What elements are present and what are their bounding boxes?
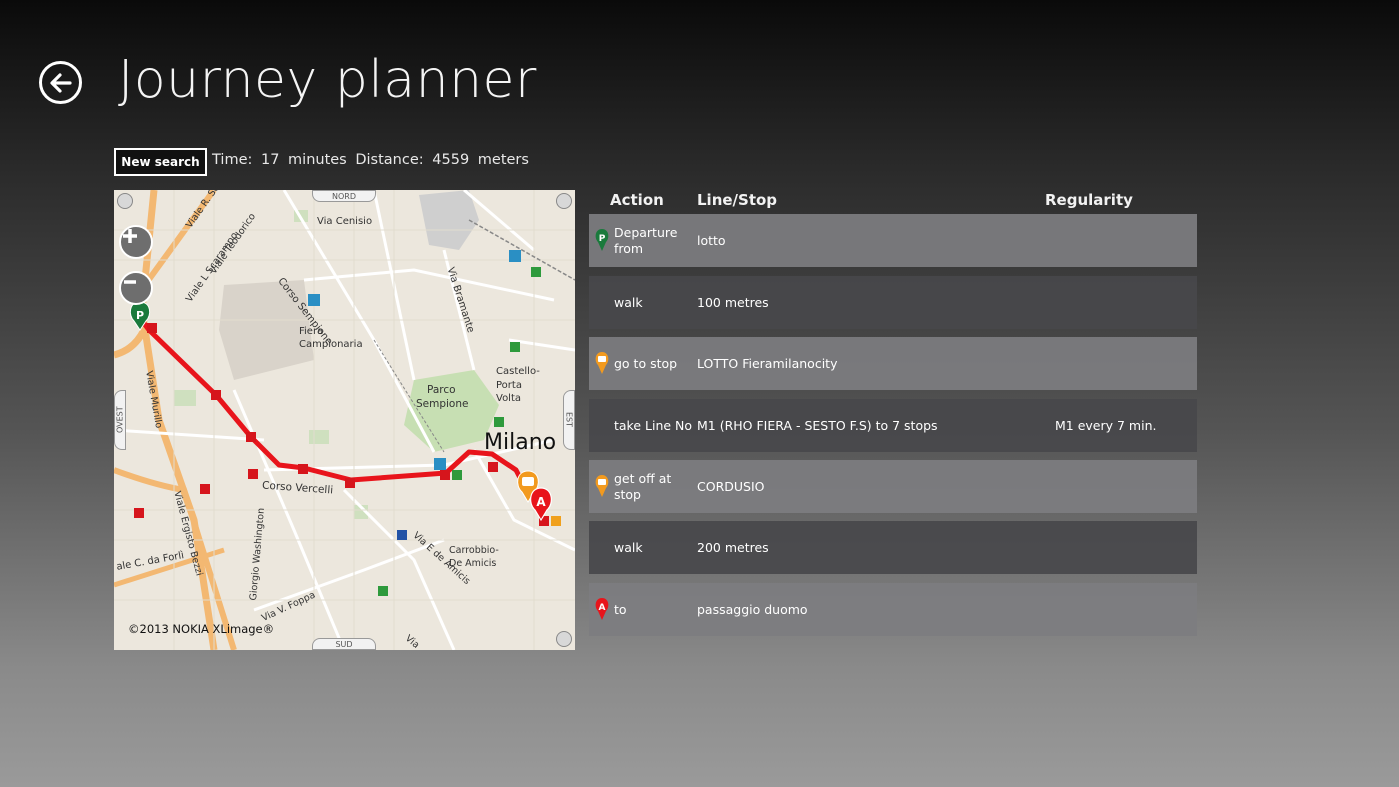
map-label: Volta [496,393,522,404]
zoom-out-button[interactable] [119,271,153,305]
row-stop: M1 (RHO FIERA - SESTO F.S) to 7 stops [697,418,938,433]
row-stop: lotto [697,233,726,248]
plus-icon [123,229,137,243]
bus-stop-pin-icon [595,475,609,497]
table-row[interactable]: P Departure from lotto [589,214,1197,267]
row-action: go to stop [614,355,678,371]
destination-pin-icon: A [595,598,609,620]
map-label: Sempione [416,398,469,410]
new-search-button[interactable]: New search [114,148,207,176]
time-unit: minutes [288,152,347,168]
table-row[interactable]: A to passaggio duomo [589,583,1197,636]
svg-text:A: A [536,495,546,509]
map-label: De Amicis [449,558,497,569]
pan-west-button[interactable]: OVEST [114,390,126,450]
map-city-label: Milano [484,430,557,455]
row-stop: CORDUSIO [697,479,765,494]
row-action: take Line No [614,417,693,433]
row-stop: passaggio duomo [697,602,808,617]
table-row[interactable]: walk 200 metres [589,521,1197,574]
svg-text:P: P [599,234,606,244]
map-label: Campionaria [299,339,363,350]
map-copyright: ©2013 NOKIA XLimage® [128,622,275,636]
time-label: Time: [212,152,253,168]
row-action: to [614,601,627,617]
back-arrow-icon [49,72,72,93]
map-label: Carrobbio- [449,545,499,556]
back-button[interactable] [39,61,82,104]
pan-northeast-button[interactable] [556,193,572,209]
table-row[interactable]: take Line No M1 (RHO FIERA - SESTO F.S) … [589,399,1197,452]
pan-north-button[interactable]: NORD [312,190,376,202]
column-header-line-stop: Line/Stop [697,191,778,209]
table-row[interactable]: walk 100 metres [589,276,1197,329]
row-action: get off at stop [614,470,672,502]
parking-pin-icon: P [595,229,609,251]
row-action: Departure from [614,224,678,256]
row-action: walk [614,294,643,310]
table-row[interactable]: go to stop LOTTO Fieramilanocity [589,337,1197,390]
pan-southeast-button[interactable] [556,631,572,647]
row-stop: 100 metres [697,295,769,310]
column-header-regularity: Regularity [1045,191,1133,209]
minus-icon [124,280,136,284]
row-action: walk [614,539,643,555]
pan-south-button[interactable]: SUD [312,638,376,650]
map-label: Parco [427,384,456,396]
column-header-action: Action [610,191,664,209]
route-map[interactable]: P A Via Cenisio Corso Sempione Via Brama… [114,190,575,650]
journey-summary: Time: 17 minutes Distance: 4559 meters [212,152,533,168]
pan-east-button[interactable]: EST [563,390,575,450]
row-stop: 200 metres [697,540,769,555]
map-label: Fiera [299,326,324,337]
map-label: Via Cenisio [317,216,373,227]
distance-value: 4559 [432,152,470,168]
bus-stop-pin-icon [595,352,609,374]
pan-northwest-button[interactable] [117,193,133,209]
page-title: Journey planner [118,50,537,110]
map-label: Porta [496,380,522,391]
map-canvas: P A [114,190,575,650]
svg-text:P: P [136,309,144,322]
distance-unit: meters [477,152,529,168]
row-regularity: M1 every 7 min. [1055,418,1157,433]
map-label: Castello- [496,366,540,377]
distance-label: Distance: [355,152,424,168]
svg-text:A: A [599,603,606,613]
time-value: 17 [260,152,280,168]
row-stop: LOTTO Fieramilanocity [697,356,838,371]
table-row[interactable]: get off at stop CORDUSIO [589,460,1197,513]
zoom-in-button[interactable] [119,225,153,259]
